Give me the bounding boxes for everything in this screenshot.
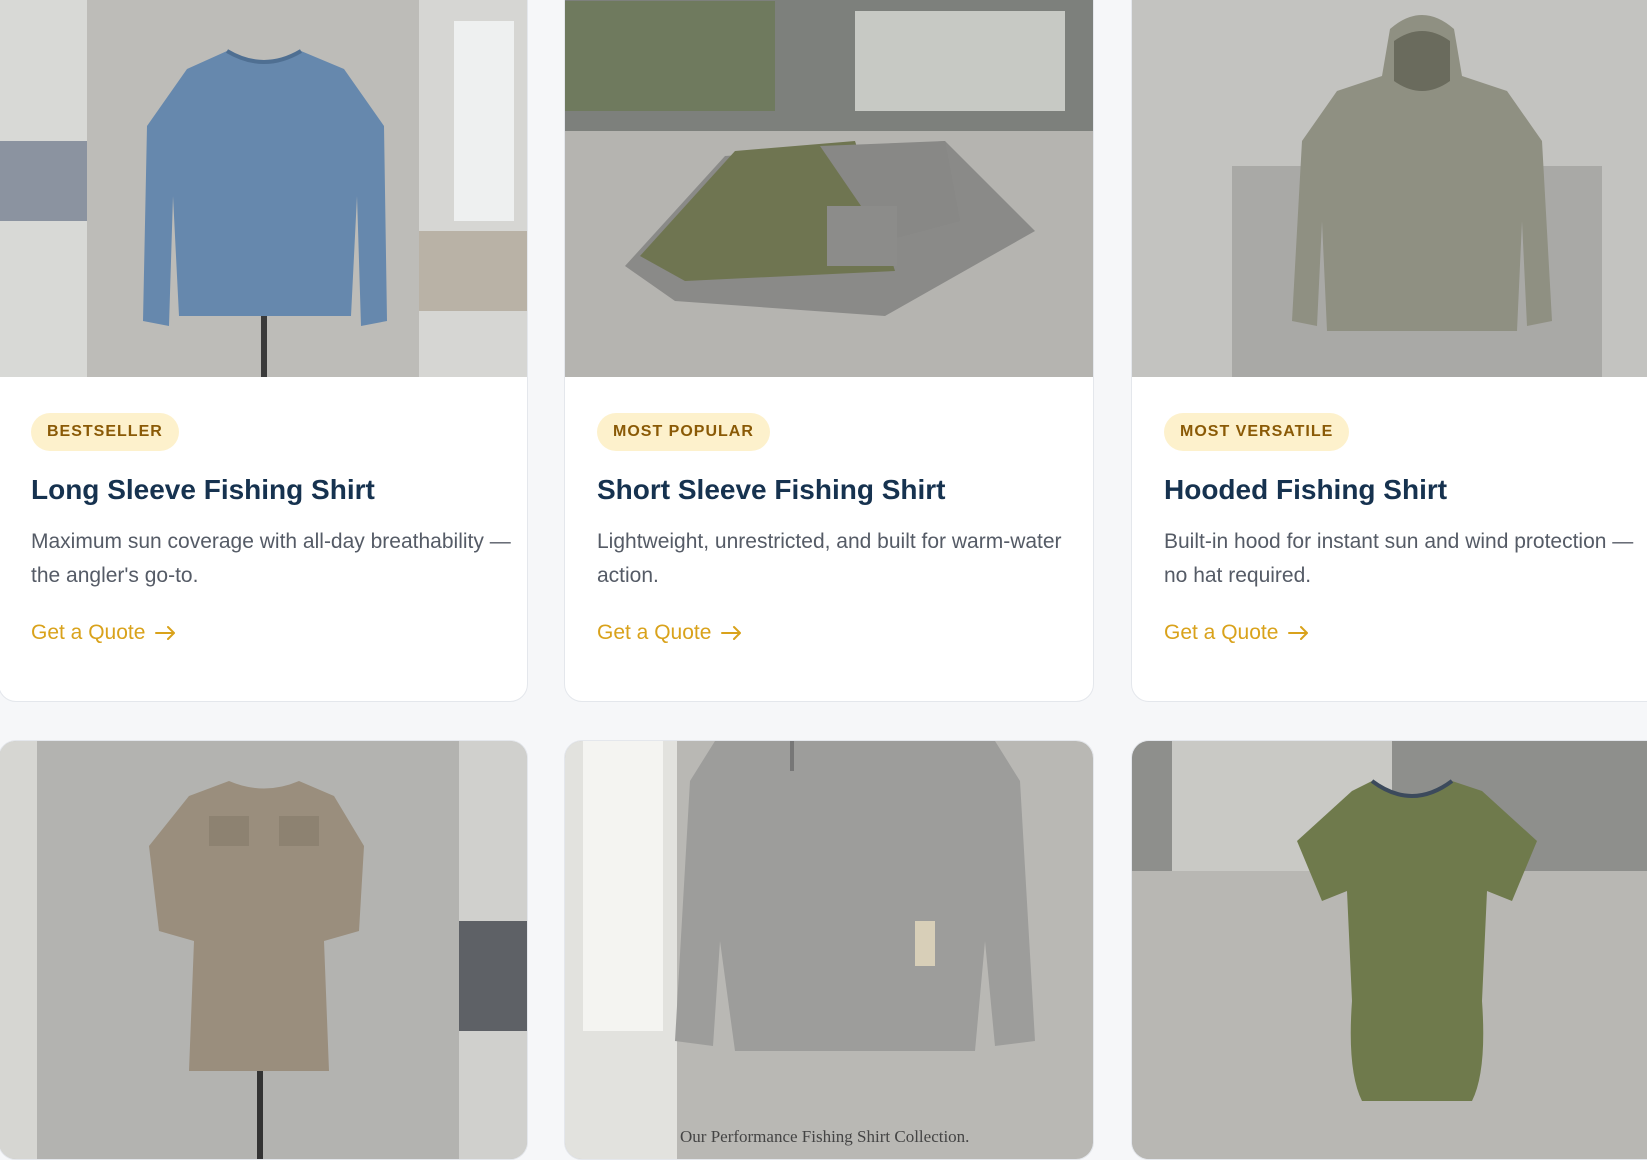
product-card-tee [1131, 740, 1647, 1160]
product-card-button-up [0, 740, 528, 1160]
get-quote-label: Get a Quote [597, 621, 712, 644]
product-card-long-sleeve: BESTSELLER Long Sleeve Fishing Shirt Max… [0, 0, 528, 702]
product-description: Lightweight, unrestricted, and built for… [597, 530, 1062, 587]
product-badge: MOST POPULAR [597, 413, 770, 451]
product-image-button-up [0, 741, 527, 1159]
product-image-hooded [1132, 0, 1647, 377]
product-description: Maximum sun coverage with all-day breath… [31, 530, 511, 587]
arrow-right-icon [721, 625, 743, 641]
product-card-short-sleeve: MOST POPULAR Short Sleeve Fishing Shirt … [564, 0, 1094, 702]
image-caption: Our Performance Fishing Shirt Collection… [680, 1127, 970, 1146]
product-card-hooded: MOST VERSATILE Hooded Fishing Shirt Buil… [1131, 0, 1647, 702]
product-title: Long Sleeve Fishing Shirt [31, 474, 375, 505]
product-image-quarter-zip [565, 741, 1093, 1159]
product-image-short-sleeve [565, 0, 1093, 377]
get-quote-label: Get a Quote [31, 621, 146, 644]
product-description: Built-in hood for instant sun and wind p… [1164, 530, 1634, 587]
product-badge: MOST VERSATILE [1164, 413, 1350, 451]
product-image-long-sleeve [0, 0, 527, 377]
product-badge: BESTSELLER [31, 413, 179, 451]
get-quote-link[interactable]: Get a Quote [597, 621, 743, 645]
arrow-right-icon [1288, 625, 1310, 641]
get-quote-link[interactable]: Get a Quote [31, 621, 177, 645]
arrow-right-icon [155, 625, 177, 641]
get-quote-label: Get a Quote [1164, 621, 1279, 644]
product-image-tee [1132, 741, 1647, 1159]
product-title: Hooded Fishing Shirt [1164, 474, 1448, 505]
product-card-quarter-zip: Our Performance Fishing Shirt Collection… [564, 740, 1094, 1160]
product-title: Short Sleeve Fishing Shirt [597, 474, 946, 505]
get-quote-link[interactable]: Get a Quote [1164, 621, 1310, 645]
